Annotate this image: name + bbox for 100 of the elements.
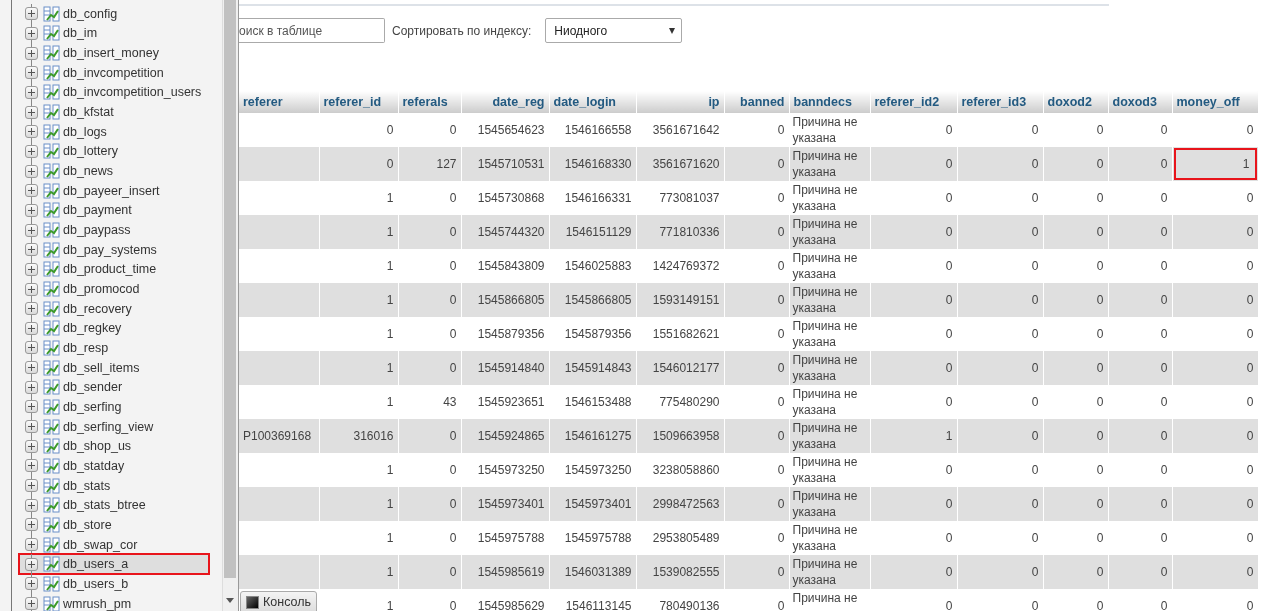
- table-name[interactable]: db_recovery: [63, 301, 132, 316]
- console-tab[interactable]: Консоль: [240, 591, 317, 611]
- expand-icon[interactable]: [25, 538, 38, 552]
- table-list-item[interactable]: db_promocod: [0, 279, 222, 299]
- table-name[interactable]: db_stats: [63, 478, 111, 493]
- table-name[interactable]: db_resp: [63, 341, 109, 355]
- expand-icon[interactable]: [25, 498, 38, 512]
- expand-icon[interactable]: [25, 27, 38, 40]
- column-header[interactable]: date_login: [549, 91, 636, 113]
- table-list-item[interactable]: db_logs: [0, 121, 222, 142]
- expand-icon[interactable]: [25, 282, 38, 296]
- table-name[interactable]: db_store: [63, 517, 112, 532]
- expand-icon[interactable]: [25, 400, 38, 414]
- table-list-item[interactable]: db_stats: [0, 475, 222, 496]
- column-header[interactable]: referer_id2: [870, 91, 957, 113]
- expand-icon[interactable]: [25, 577, 38, 591]
- table-name[interactable]: db_insert_money: [63, 46, 159, 61]
- table-name[interactable]: db_serfing: [63, 399, 122, 414]
- scrollbar-thumb[interactable]: [224, 0, 236, 578]
- expand-icon[interactable]: [25, 243, 38, 257]
- column-header[interactable]: money_off: [1172, 91, 1258, 113]
- table-name[interactable]: db_news: [63, 164, 114, 179]
- table-list-item[interactable]: db_shop_us: [0, 436, 222, 457]
- table-list-item[interactable]: wmrush_pm: [0, 593, 222, 611]
- expand-icon[interactable]: [25, 46, 38, 60]
- table-list-item[interactable]: db_resp: [0, 338, 222, 358]
- table-list-item[interactable]: db_paypass: [0, 220, 222, 240]
- column-header[interactable]: doxod2: [1043, 91, 1108, 113]
- table-list-item[interactable]: db_sender: [0, 377, 222, 398]
- table-name[interactable]: wmrush_pm: [63, 596, 132, 611]
- table-list-item[interactable]: db_sell_items: [0, 357, 222, 378]
- sort-select[interactable]: Ниодного: [545, 18, 683, 43]
- expand-icon[interactable]: [25, 361, 38, 375]
- table-name[interactable]: db_invcompetition: [63, 65, 164, 80]
- expand-icon[interactable]: [25, 479, 38, 493]
- table-list-item[interactable]: db_kfstat: [0, 102, 222, 122]
- column-header[interactable]: ip: [636, 91, 724, 113]
- table-list-item[interactable]: db_swap_cor: [0, 534, 222, 555]
- table-name[interactable]: db_stats_btree: [63, 498, 146, 513]
- column-header[interactable]: referer_id: [319, 91, 398, 113]
- table-list-item[interactable]: db_lottery: [0, 141, 222, 162]
- expand-icon[interactable]: [25, 203, 38, 217]
- scroll-down-icon[interactable]: [226, 598, 234, 603]
- table-list-item[interactable]: db_statday: [0, 456, 222, 476]
- column-header[interactable]: banned: [724, 91, 789, 113]
- table-name[interactable]: db_invcompetition_users: [63, 85, 202, 100]
- table-list-item[interactable]: db_serfing: [0, 397, 222, 417]
- expand-icon[interactable]: [25, 321, 38, 335]
- table-list-item[interactable]: db_insert_money: [0, 43, 222, 63]
- table-name[interactable]: db_regkey: [63, 321, 122, 336]
- expand-icon[interactable]: [25, 597, 38, 610]
- table-name[interactable]: db_shop_us: [63, 439, 132, 454]
- table-name[interactable]: db_paypass: [63, 223, 131, 238]
- table-list-item[interactable]: db_config: [0, 4, 222, 24]
- expand-icon[interactable]: [25, 262, 38, 276]
- expand-icon[interactable]: [25, 184, 38, 198]
- table-name[interactable]: db_config: [63, 6, 118, 21]
- table-list-item[interactable]: db_users_a: [19, 554, 209, 575]
- table-name[interactable]: db_sender: [63, 380, 123, 395]
- expand-icon[interactable]: [25, 302, 38, 316]
- table-name[interactable]: db_payment: [63, 203, 132, 218]
- expand-icon[interactable]: [25, 459, 38, 473]
- expand-icon[interactable]: [25, 518, 38, 532]
- table-list-item[interactable]: db_serfing_view: [0, 416, 222, 437]
- column-header[interactable]: date_reg: [461, 91, 549, 113]
- table-list-item[interactable]: db_regkey: [0, 318, 222, 339]
- table-list-item[interactable]: db_im: [0, 23, 222, 44]
- table-list-item[interactable]: db_stats_btree: [0, 495, 222, 516]
- expand-icon[interactable]: [25, 7, 38, 21]
- table-list-item[interactable]: db_news: [0, 161, 222, 181]
- expand-icon[interactable]: [25, 380, 38, 394]
- table-name[interactable]: db_users_a: [63, 557, 129, 572]
- column-header[interactable]: banndecs: [789, 91, 870, 113]
- table-list-item[interactable]: db_product_time: [0, 259, 222, 280]
- table-name[interactable]: db_users_b: [63, 576, 129, 591]
- table-name[interactable]: db_im: [63, 26, 98, 41]
- column-header[interactable]: doxod3: [1108, 91, 1172, 113]
- table-list-item[interactable]: db_store: [0, 515, 222, 535]
- table-name[interactable]: db_logs: [63, 124, 107, 139]
- table-list-item[interactable]: db_payment: [0, 200, 222, 221]
- table-list-item[interactable]: db_invcompetition_users: [0, 82, 222, 103]
- table-list-item[interactable]: db_pay_systems: [0, 239, 222, 260]
- expand-icon[interactable]: [25, 164, 38, 178]
- search-field[interactable]: оиск в таблице: [239, 18, 385, 43]
- expand-icon[interactable]: [25, 66, 38, 80]
- expand-icon[interactable]: [25, 144, 38, 158]
- expand-icon[interactable]: [25, 557, 38, 571]
- table-list-item[interactable]: db_users_b: [0, 574, 222, 594]
- expand-icon[interactable]: [25, 420, 38, 434]
- expand-icon[interactable]: [25, 341, 38, 355]
- expand-icon[interactable]: [25, 105, 38, 119]
- table-list-item[interactable]: db_recovery: [0, 298, 222, 319]
- expand-icon[interactable]: [25, 223, 38, 237]
- table-name[interactable]: db_swap_cor: [63, 537, 138, 552]
- table-list-item[interactable]: db_invcompetition: [0, 62, 222, 83]
- table-name[interactable]: db_pay_systems: [63, 242, 157, 257]
- table-name[interactable]: db_payeer_insert: [63, 183, 160, 198]
- table-name[interactable]: db_product_time: [63, 262, 157, 277]
- column-header[interactable]: referer_id3: [957, 91, 1043, 113]
- column-header[interactable]: referals: [398, 91, 461, 113]
